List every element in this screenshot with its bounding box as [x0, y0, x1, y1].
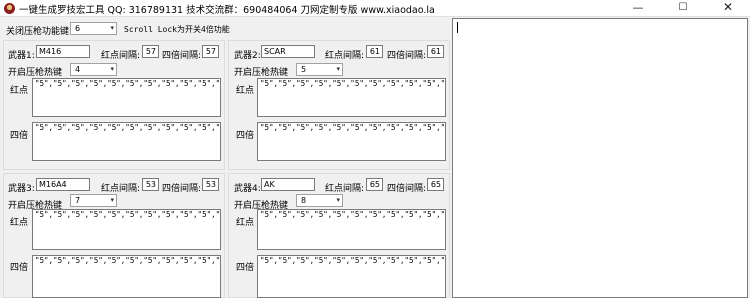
x4-label: 四倍 — [10, 263, 29, 273]
weapon-2-label: 武器2: — [234, 51, 261, 61]
red-interval-label: 红点间隔: — [101, 51, 141, 61]
output-textarea[interactable] — [452, 18, 748, 298]
weapon-1-x4-interval-input[interactable]: 57 — [202, 45, 219, 58]
weapon-1-x4-textarea[interactable]: "5","5","5","5","5","5","5","5","5","5",… — [32, 122, 221, 161]
close-hotkey-select[interactable]: 6 ▾ — [70, 22, 117, 35]
weapon-2-x4-interval-input[interactable]: 61 — [427, 45, 444, 58]
chevron-down-icon: ▾ — [110, 24, 114, 32]
weapon-4-hotkey-select[interactable]: 8 ▾ — [296, 194, 343, 207]
chevron-down-icon: ▾ — [110, 65, 114, 73]
weapon-2-red-dot-textarea[interactable]: "5","5","5","5","5","5","5","5","5","5",… — [257, 78, 446, 117]
hotkey-label: 开启压枪热键 — [8, 68, 63, 78]
red-interval-label: 红点间隔: — [101, 184, 141, 194]
weapon-4-label: 武器4: — [234, 184, 261, 194]
weapon-2-x4-textarea[interactable]: "5","5","5","5","5","5","5","5","5","5",… — [257, 122, 446, 161]
minimize-button[interactable]: — — [616, 0, 660, 16]
red-dot-label: 红点 — [236, 86, 255, 96]
red-dot-label: 红点 — [10, 86, 29, 96]
weapon-4-red-dot-textarea[interactable]: "5","5","5","5","5","5","5","5","5","5",… — [257, 209, 446, 250]
weapon-4-x4-interval-input[interactable]: 65 — [427, 178, 444, 191]
weapon-1-hotkey-value: 4 — [75, 65, 81, 74]
weapon-3-x4-text: "5","5","5","5","5","5","5","5","5","5",… — [35, 256, 221, 265]
weapon-3-red-dot-textarea[interactable]: "5","5","5","5","5","5","5","5","5","5",… — [32, 209, 221, 250]
weapon-1-red-interval-input[interactable]: 57 — [142, 45, 159, 58]
weapon-2-hotkey-value: 5 — [301, 65, 307, 74]
close-hotkey-value: 6 — [75, 24, 81, 33]
chevron-down-icon: ▾ — [336, 65, 340, 73]
weapon-3-red-interval-input[interactable]: 53 — [142, 178, 159, 191]
weapon-4-x4-text: "5","5","5","5","5","5","5","5","5","5",… — [260, 256, 446, 265]
weapon-1-red-dot-textarea[interactable]: "5","5","5","5","5","5","5","5","5","5",… — [32, 78, 221, 117]
weapon-3-label: 武器3: — [8, 184, 35, 194]
weapon-1-red-dot-text: "5","5","5","5","5","5","5","5","5","5",… — [35, 79, 221, 88]
chevron-down-icon: ▾ — [110, 196, 114, 204]
red-dot-label: 红点 — [236, 218, 255, 228]
weapon-4-hotkey-value: 8 — [301, 196, 307, 205]
weapon-3-hotkey-value: 7 — [75, 196, 81, 205]
weapon-1-hotkey-select[interactable]: 4 ▾ — [70, 63, 117, 76]
chevron-down-icon: ▾ — [336, 196, 340, 204]
weapon-4-red-dot-text: "5","5","5","5","5","5","5","5","5","5",… — [260, 210, 446, 219]
weapon-3-name-input[interactable]: M16A4 — [36, 178, 90, 191]
x4-label: 四倍 — [236, 263, 255, 273]
weapon-3-hotkey-select[interactable]: 7 ▾ — [70, 194, 117, 207]
weapon-1-label: 武器1: — [8, 51, 35, 61]
weapon-2-x4-text: "5","5","5","5","5","5","5","5","5","5",… — [260, 123, 446, 132]
text-caret — [457, 22, 458, 33]
x4-label: 四倍 — [236, 131, 255, 141]
maximize-button[interactable]: ☐ — [661, 0, 705, 16]
weapon-2-red-dot-text: "5","5","5","5","5","5","5","5","5","5",… — [260, 79, 446, 88]
weapon-4-x4-textarea[interactable]: "5","5","5","5","5","5","5","5","5","5",… — [257, 255, 446, 298]
x4-interval-label: 四倍间隔: — [387, 51, 427, 61]
scroll-lock-note: Scroll Lock为开关4倍功能 — [124, 25, 230, 34]
weapon-2-hotkey-select[interactable]: 5 ▾ — [296, 63, 343, 76]
weapon-1-x4-text: "5","5","5","5","5","5","5","5","5","5",… — [35, 123, 221, 132]
window-title: 一键生成罗技宏工具 QQ: 316789131 技术交流群：690484064 … — [19, 5, 435, 16]
x4-interval-label: 四倍间隔: — [387, 184, 427, 194]
weapon-3-x4-interval-input[interactable]: 53 — [202, 178, 219, 191]
weapon-2-red-interval-input[interactable]: 61 — [366, 45, 383, 58]
weapon-2-name-input[interactable]: SCAR — [261, 45, 315, 58]
app-icon — [4, 3, 15, 14]
close-button[interactable]: ✕ — [706, 0, 750, 16]
weapon-3-red-dot-text: "5","5","5","5","5","5","5","5","5","5",… — [35, 210, 221, 219]
weapon-4-name-input[interactable]: AK — [261, 178, 315, 191]
close-hotkey-label: 关闭压枪功能键 — [6, 27, 70, 37]
title-bar: 一键生成罗技宏工具 QQ: 316789131 技术交流群：690484064 … — [0, 0, 750, 17]
red-interval-label: 红点间隔: — [325, 184, 365, 194]
red-interval-label: 红点间隔: — [325, 51, 365, 61]
weapon-4-red-interval-input[interactable]: 65 — [366, 178, 383, 191]
x4-interval-label: 四倍间隔: — [162, 51, 202, 61]
red-dot-label: 红点 — [10, 218, 29, 228]
weapon-3-x4-textarea[interactable]: "5","5","5","5","5","5","5","5","5","5",… — [32, 255, 221, 298]
weapon-1-name-input[interactable]: M416 — [36, 45, 90, 58]
hotkey-label: 开启压枪热键 — [234, 68, 289, 78]
x4-label: 四倍 — [10, 131, 29, 141]
x4-interval-label: 四倍间隔: — [162, 184, 202, 194]
